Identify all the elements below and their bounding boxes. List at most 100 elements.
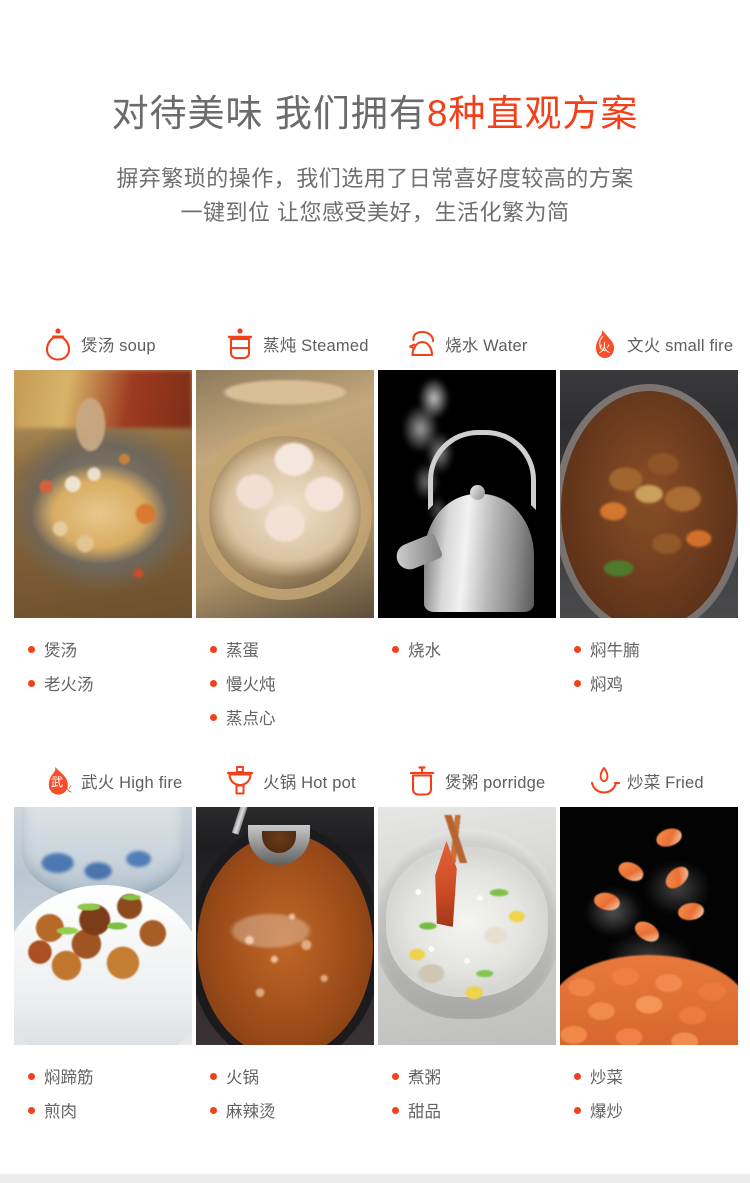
mode-tag-list: 烧水 — [378, 618, 558, 666]
tag-label: 火锅 — [226, 1069, 259, 1087]
mode-label: 煲汤 soup — [81, 337, 156, 355]
list-item: 慢火炖 — [210, 666, 376, 700]
headline-accent-part: 8种直观方案 — [426, 93, 639, 134]
list-item: 甜品 — [392, 1093, 558, 1127]
list-item: 焖鸡 — [574, 666, 740, 700]
mode-tag-list: 焖蹄筋 煎肉 — [14, 1045, 194, 1127]
mode-tag-list: 焖牛腩 焖鸡 — [560, 618, 740, 700]
porridge-pot-icon — [409, 766, 435, 796]
mode-photo — [560, 370, 738, 618]
tag-label: 爆炒 — [590, 1103, 623, 1121]
mode-card-soup[interactable]: 煲汤 soup 煲汤 老火汤 — [14, 318, 194, 734]
tag-label: 蒸点心 — [226, 710, 276, 728]
list-item: 炒菜 — [574, 1059, 740, 1093]
mode-caption: 炒菜 Fried — [560, 755, 740, 807]
mode-caption: 武 火 武火 High fire — [14, 755, 194, 807]
mode-card-high-fire[interactable]: 武 火 武火 High fire 焖蹄筋 煎肉 — [14, 755, 194, 1127]
bullet-dot-icon — [210, 713, 217, 721]
bullet-dot-icon — [28, 1072, 35, 1080]
bullet-dot-icon — [392, 1072, 399, 1080]
tag-label: 焖蹄筋 — [44, 1069, 94, 1087]
high-flame-icon: 武 火 — [48, 767, 72, 795]
photo-detail — [470, 485, 485, 500]
photo-detail — [14, 370, 192, 428]
mode-tag-list: 煮粥 甜品 — [378, 1045, 558, 1127]
mode-label: 武火 High fire — [81, 774, 183, 792]
mode-photo — [560, 807, 738, 1045]
tag-label: 煮粥 — [408, 1069, 441, 1087]
mode-label: 炒菜 Fried — [627, 774, 704, 792]
tag-label: 慢火炖 — [226, 676, 276, 694]
bullet-dot-icon — [210, 645, 217, 653]
list-item: 蒸蛋 — [210, 632, 376, 666]
bullet-dot-icon — [28, 679, 35, 687]
mode-caption: 煲粥 porridge — [378, 755, 558, 807]
mode-caption: 煲汤 soup — [14, 318, 194, 370]
modes-row-2: 武 火 武火 High fire 焖蹄筋 煎肉 火锅 Hot pot 火锅 麻辣… — [0, 755, 750, 1127]
headline-plain-part: 对待美味 我们拥有 — [111, 93, 427, 134]
tag-label: 蒸蛋 — [226, 642, 259, 660]
mode-photo — [196, 370, 374, 618]
tag-label: 煲汤 — [44, 642, 77, 660]
small-flame-icon: 火 — [596, 330, 614, 358]
list-item: 煎肉 — [28, 1093, 194, 1127]
list-item: 麻辣烫 — [210, 1093, 376, 1127]
cooking-modes-grid: 煲汤 soup 煲汤 老火汤 蒸炖 Steamed 蒸蛋 慢火炖 蒸点心 烧水 … — [0, 318, 750, 1127]
photo-detail — [560, 384, 738, 618]
mode-tag-list: 煲汤 老火汤 — [14, 618, 194, 700]
tag-label: 炒菜 — [590, 1069, 623, 1087]
mode-label: 煲粥 porridge — [445, 774, 546, 792]
bullet-dot-icon — [28, 645, 35, 653]
mode-photo — [378, 807, 556, 1045]
photo-detail — [378, 807, 556, 1045]
tag-label: 麻辣烫 — [226, 1103, 276, 1121]
mode-photo — [14, 807, 192, 1045]
mode-photo — [14, 370, 192, 618]
page-title: 对待美味 我们拥有8种直观方案 — [0, 92, 750, 136]
bottom-divider — [0, 1174, 750, 1183]
mode-card-small-fire[interactable]: 火 文火 small fire 焖牛腩 焖鸡 — [560, 318, 740, 734]
page-header: 对待美味 我们拥有8种直观方案 摒弃繁琐的操作，我们选用了日常喜好度较高的方案 … — [0, 0, 750, 231]
modes-row-1: 煲汤 soup 煲汤 老火汤 蒸炖 Steamed 蒸蛋 慢火炖 蒸点心 烧水 … — [0, 318, 750, 734]
mode-label: 烧水 Water — [445, 337, 528, 355]
list-item: 煲汤 — [28, 632, 194, 666]
bullet-dot-icon — [392, 1106, 399, 1114]
mode-caption: 蒸炖 Steamed — [196, 318, 376, 370]
list-item: 烧水 — [392, 632, 558, 666]
photo-detail — [198, 424, 372, 601]
steamer-pot-icon — [227, 328, 253, 360]
subtitle-line-2: 一键到位 让您感受美好，生活化繁为简 — [180, 200, 570, 226]
soup-pot-icon — [45, 328, 71, 361]
tag-label: 甜品 — [408, 1103, 441, 1121]
mode-card-hot-pot[interactable]: 火锅 Hot pot 火锅 麻辣烫 — [196, 755, 376, 1127]
mode-caption: 火锅 Hot pot — [196, 755, 376, 807]
list-item: 蒸点心 — [210, 700, 376, 734]
mode-label: 文火 small fire — [627, 337, 734, 355]
mode-card-fried[interactable]: 炒菜 Fried 炒菜 爆炒 — [560, 755, 740, 1127]
mode-photo — [378, 370, 556, 618]
bullet-dot-icon — [392, 645, 399, 653]
list-item: 焖牛腩 — [574, 632, 740, 666]
mode-caption: 火 文火 small fire — [560, 318, 740, 370]
mode-card-water[interactable]: 烧水 Water 烧水 — [378, 318, 558, 734]
kettle-icon — [409, 330, 435, 357]
bullet-dot-icon — [574, 645, 581, 653]
svg-text:火: 火 — [62, 783, 72, 795]
mode-tag-list: 蒸蛋 慢火炖 蒸点心 — [196, 618, 376, 734]
tag-label: 烧水 — [408, 642, 441, 660]
tag-label: 焖鸡 — [590, 676, 623, 694]
list-item: 火锅 — [210, 1059, 376, 1093]
tag-label: 煎肉 — [44, 1103, 77, 1121]
photo-detail — [560, 955, 738, 1045]
mode-card-steamed[interactable]: 蒸炖 Steamed 蒸蛋 慢火炖 蒸点心 — [196, 318, 376, 734]
mode-label: 蒸炖 Steamed — [263, 337, 369, 355]
bullet-dot-icon — [574, 1106, 581, 1114]
list-item: 煮粥 — [392, 1059, 558, 1093]
hotpot-icon — [226, 766, 254, 795]
bullet-dot-icon — [210, 1072, 217, 1080]
tag-label: 老火汤 — [44, 676, 94, 694]
mode-card-porridge[interactable]: 煲粥 porridge 煮粥 甜品 — [378, 755, 558, 1127]
bullet-dot-icon — [28, 1106, 35, 1114]
subtitle-line-1: 摒弃繁琐的操作，我们选用了日常喜好度较高的方案 — [116, 166, 634, 192]
list-item: 老火汤 — [28, 666, 194, 700]
